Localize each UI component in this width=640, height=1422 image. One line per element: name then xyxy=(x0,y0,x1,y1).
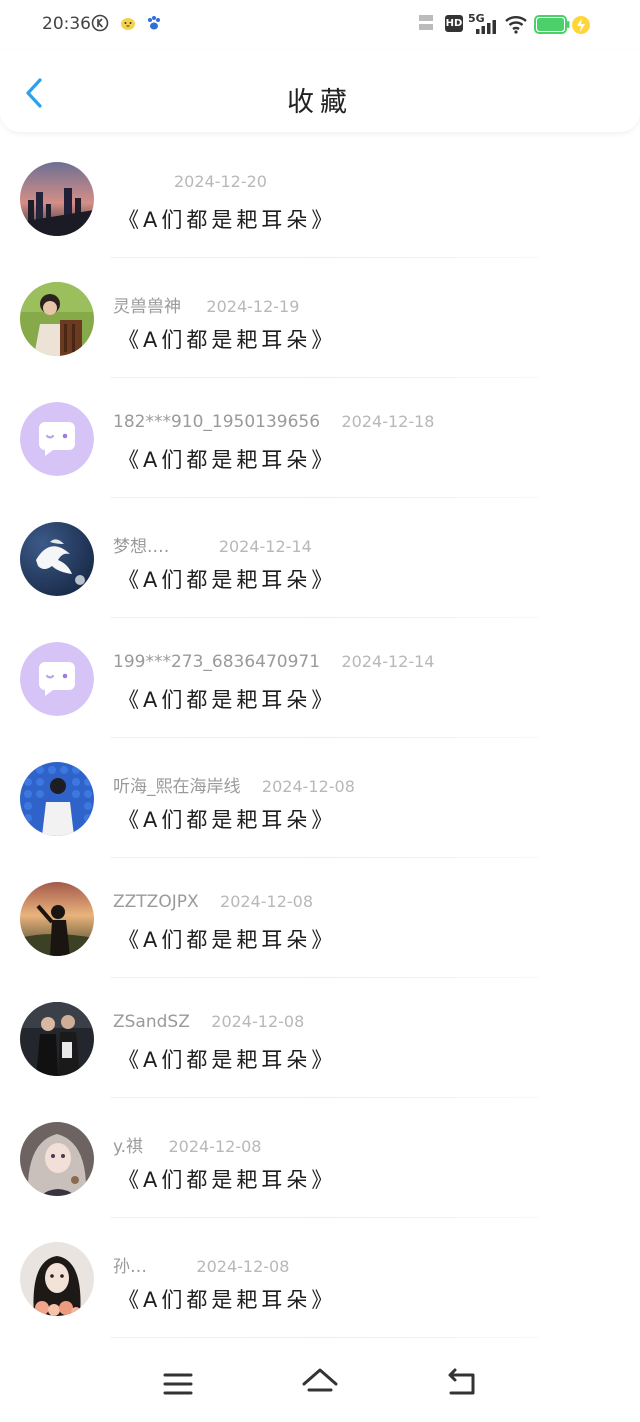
system-navigation-bar xyxy=(0,1350,640,1422)
favorite-date: 2024-12-08 xyxy=(168,1137,262,1156)
book-title[interactable]: 《A们都是耙耳朵》 xyxy=(118,564,336,594)
book-title[interactable]: 《A们都是耙耳朵》 xyxy=(118,324,336,354)
favorite-item[interactable]: ZSandSZ 2024-12-08 《A们都是耙耳朵》 xyxy=(0,978,640,1098)
favorite-date: 2024-12-18 xyxy=(341,412,435,431)
favorite-meta: 灵兽兽神 2024-12-19 xyxy=(113,292,300,317)
username: 灵兽兽神 xyxy=(113,297,181,317)
book-title[interactable]: 《A们都是耙耳朵》 xyxy=(118,684,336,714)
user-avatar[interactable] xyxy=(20,1122,94,1196)
book-title[interactable]: 《A们都是耙耳朵》 xyxy=(118,924,336,954)
username: 199***273_6836470971 xyxy=(113,652,321,672)
book-title[interactable]: 《A们都是耙耳朵》 xyxy=(118,1164,336,1194)
paw-app-icon xyxy=(148,16,160,30)
favorite-meta: 听海_熙在海岸线 2024-12-08 xyxy=(113,772,355,797)
book-title[interactable]: 《A们都是耙耳朵》 xyxy=(118,444,336,474)
favorite-meta: 182***910_1950139656 2024-12-18 xyxy=(113,412,434,434)
username: 182***910_1950139656 xyxy=(113,412,321,432)
favorite-date: 2024-12-20 xyxy=(174,172,267,191)
favorite-meta: 199***273_6836470971 2024-12-14 xyxy=(113,652,434,674)
user-avatar[interactable] xyxy=(20,762,94,836)
status-bar: 20:36 HD 5G xyxy=(0,0,640,50)
cellular-signal-icon xyxy=(476,20,496,34)
page-header: 收藏 xyxy=(0,50,640,132)
favorite-item[interactable]: 199***273_6836470971 2024-12-14 《A们都是耙耳朵… xyxy=(0,618,640,738)
default-avatar-icon[interactable] xyxy=(20,642,94,716)
favorite-item[interactable]: 灵兽兽神 2024-12-19 《A们都是耙耳朵》 xyxy=(0,258,640,378)
user-avatar[interactable] xyxy=(20,162,94,236)
favorite-item[interactable]: 梦想.… 2024-12-14 《A们都是耙耳朵》 xyxy=(0,498,640,618)
favorite-date: 2024-12-19 xyxy=(206,297,300,316)
favorite-item[interactable]: 听海_熙在海岸线 2024-12-08 《A们都是耙耳朵》 xyxy=(0,738,640,858)
book-title[interactable]: 《A们都是耙耳朵》 xyxy=(118,1284,336,1314)
chick-app-icon xyxy=(121,18,135,30)
favorite-meta: 孙… 2024-12-08 xyxy=(113,1252,290,1277)
favorite-item[interactable]: 182***910_1950139656 2024-12-18 《A们都是耙耳朵… xyxy=(0,378,640,498)
favorite-date: 2024-12-14 xyxy=(218,537,312,556)
home-icon[interactable] xyxy=(300,1364,340,1404)
k-app-icon xyxy=(91,14,109,32)
favorite-meta: ZZTZOJPX 2024-12-08 xyxy=(113,892,313,914)
favorite-item[interactable]: 孙… 2024-12-08 《A们都是耙耳朵》 xyxy=(0,1218,640,1338)
username: y.祺 xyxy=(113,1137,144,1157)
battery-icon xyxy=(534,15,570,34)
favorites-list: 2024-12-20 《A们都是耙耳朵》 灵兽兽神 2024-12-19 《A们… xyxy=(0,138,640,1338)
favorite-date: 2024-12-08 xyxy=(261,777,355,796)
favorite-meta: 2024-12-20 xyxy=(113,172,267,194)
favorite-date: 2024-12-08 xyxy=(196,1257,290,1276)
menu-icon[interactable] xyxy=(158,1364,198,1404)
charging-icon xyxy=(572,16,590,34)
status-time: 20:36 xyxy=(42,14,91,34)
user-avatar[interactable] xyxy=(20,282,94,356)
favorite-date: 2024-12-14 xyxy=(341,652,435,671)
page-title: 收藏 xyxy=(287,87,353,118)
username: 梦想.… xyxy=(113,537,170,557)
favorite-item[interactable]: y.祺 2024-12-08 《A们都是耙耳朵》 xyxy=(0,1098,640,1218)
favorite-item[interactable]: ZZTZOJPX 2024-12-08 《A们都是耙耳朵》 xyxy=(0,858,640,978)
favorite-meta: ZSandSZ 2024-12-08 xyxy=(113,1012,304,1034)
default-avatar-icon[interactable] xyxy=(20,402,94,476)
username: ZSandSZ xyxy=(113,1012,190,1032)
user-avatar[interactable] xyxy=(20,882,94,956)
username: 孙… xyxy=(113,1257,147,1277)
book-title[interactable]: 《A们都是耙耳朵》 xyxy=(118,1044,336,1074)
favorite-meta: 梦想.… 2024-12-14 xyxy=(113,532,312,557)
favorite-meta: y.祺 2024-12-08 xyxy=(113,1132,262,1157)
user-avatar[interactable] xyxy=(20,1242,94,1316)
username: 听海_熙在海岸线 xyxy=(113,777,241,797)
favorite-date: 2024-12-08 xyxy=(220,892,314,911)
favorite-date: 2024-12-08 xyxy=(211,1012,305,1031)
book-title[interactable]: 《A们都是耙耳朵》 xyxy=(118,804,336,834)
user-avatar[interactable] xyxy=(20,1002,94,1076)
hd-badge: HD xyxy=(445,15,463,32)
row-divider xyxy=(110,1337,540,1338)
username: ZZTZOJPX xyxy=(113,892,199,912)
user-avatar[interactable] xyxy=(20,522,94,596)
network-speed-icon xyxy=(419,15,433,30)
back-icon[interactable] xyxy=(442,1364,482,1404)
wifi-icon xyxy=(505,16,527,34)
favorite-item[interactable]: 2024-12-20 《A们都是耙耳朵》 xyxy=(0,138,640,258)
book-title[interactable]: 《A们都是耙耳朵》 xyxy=(118,204,336,234)
